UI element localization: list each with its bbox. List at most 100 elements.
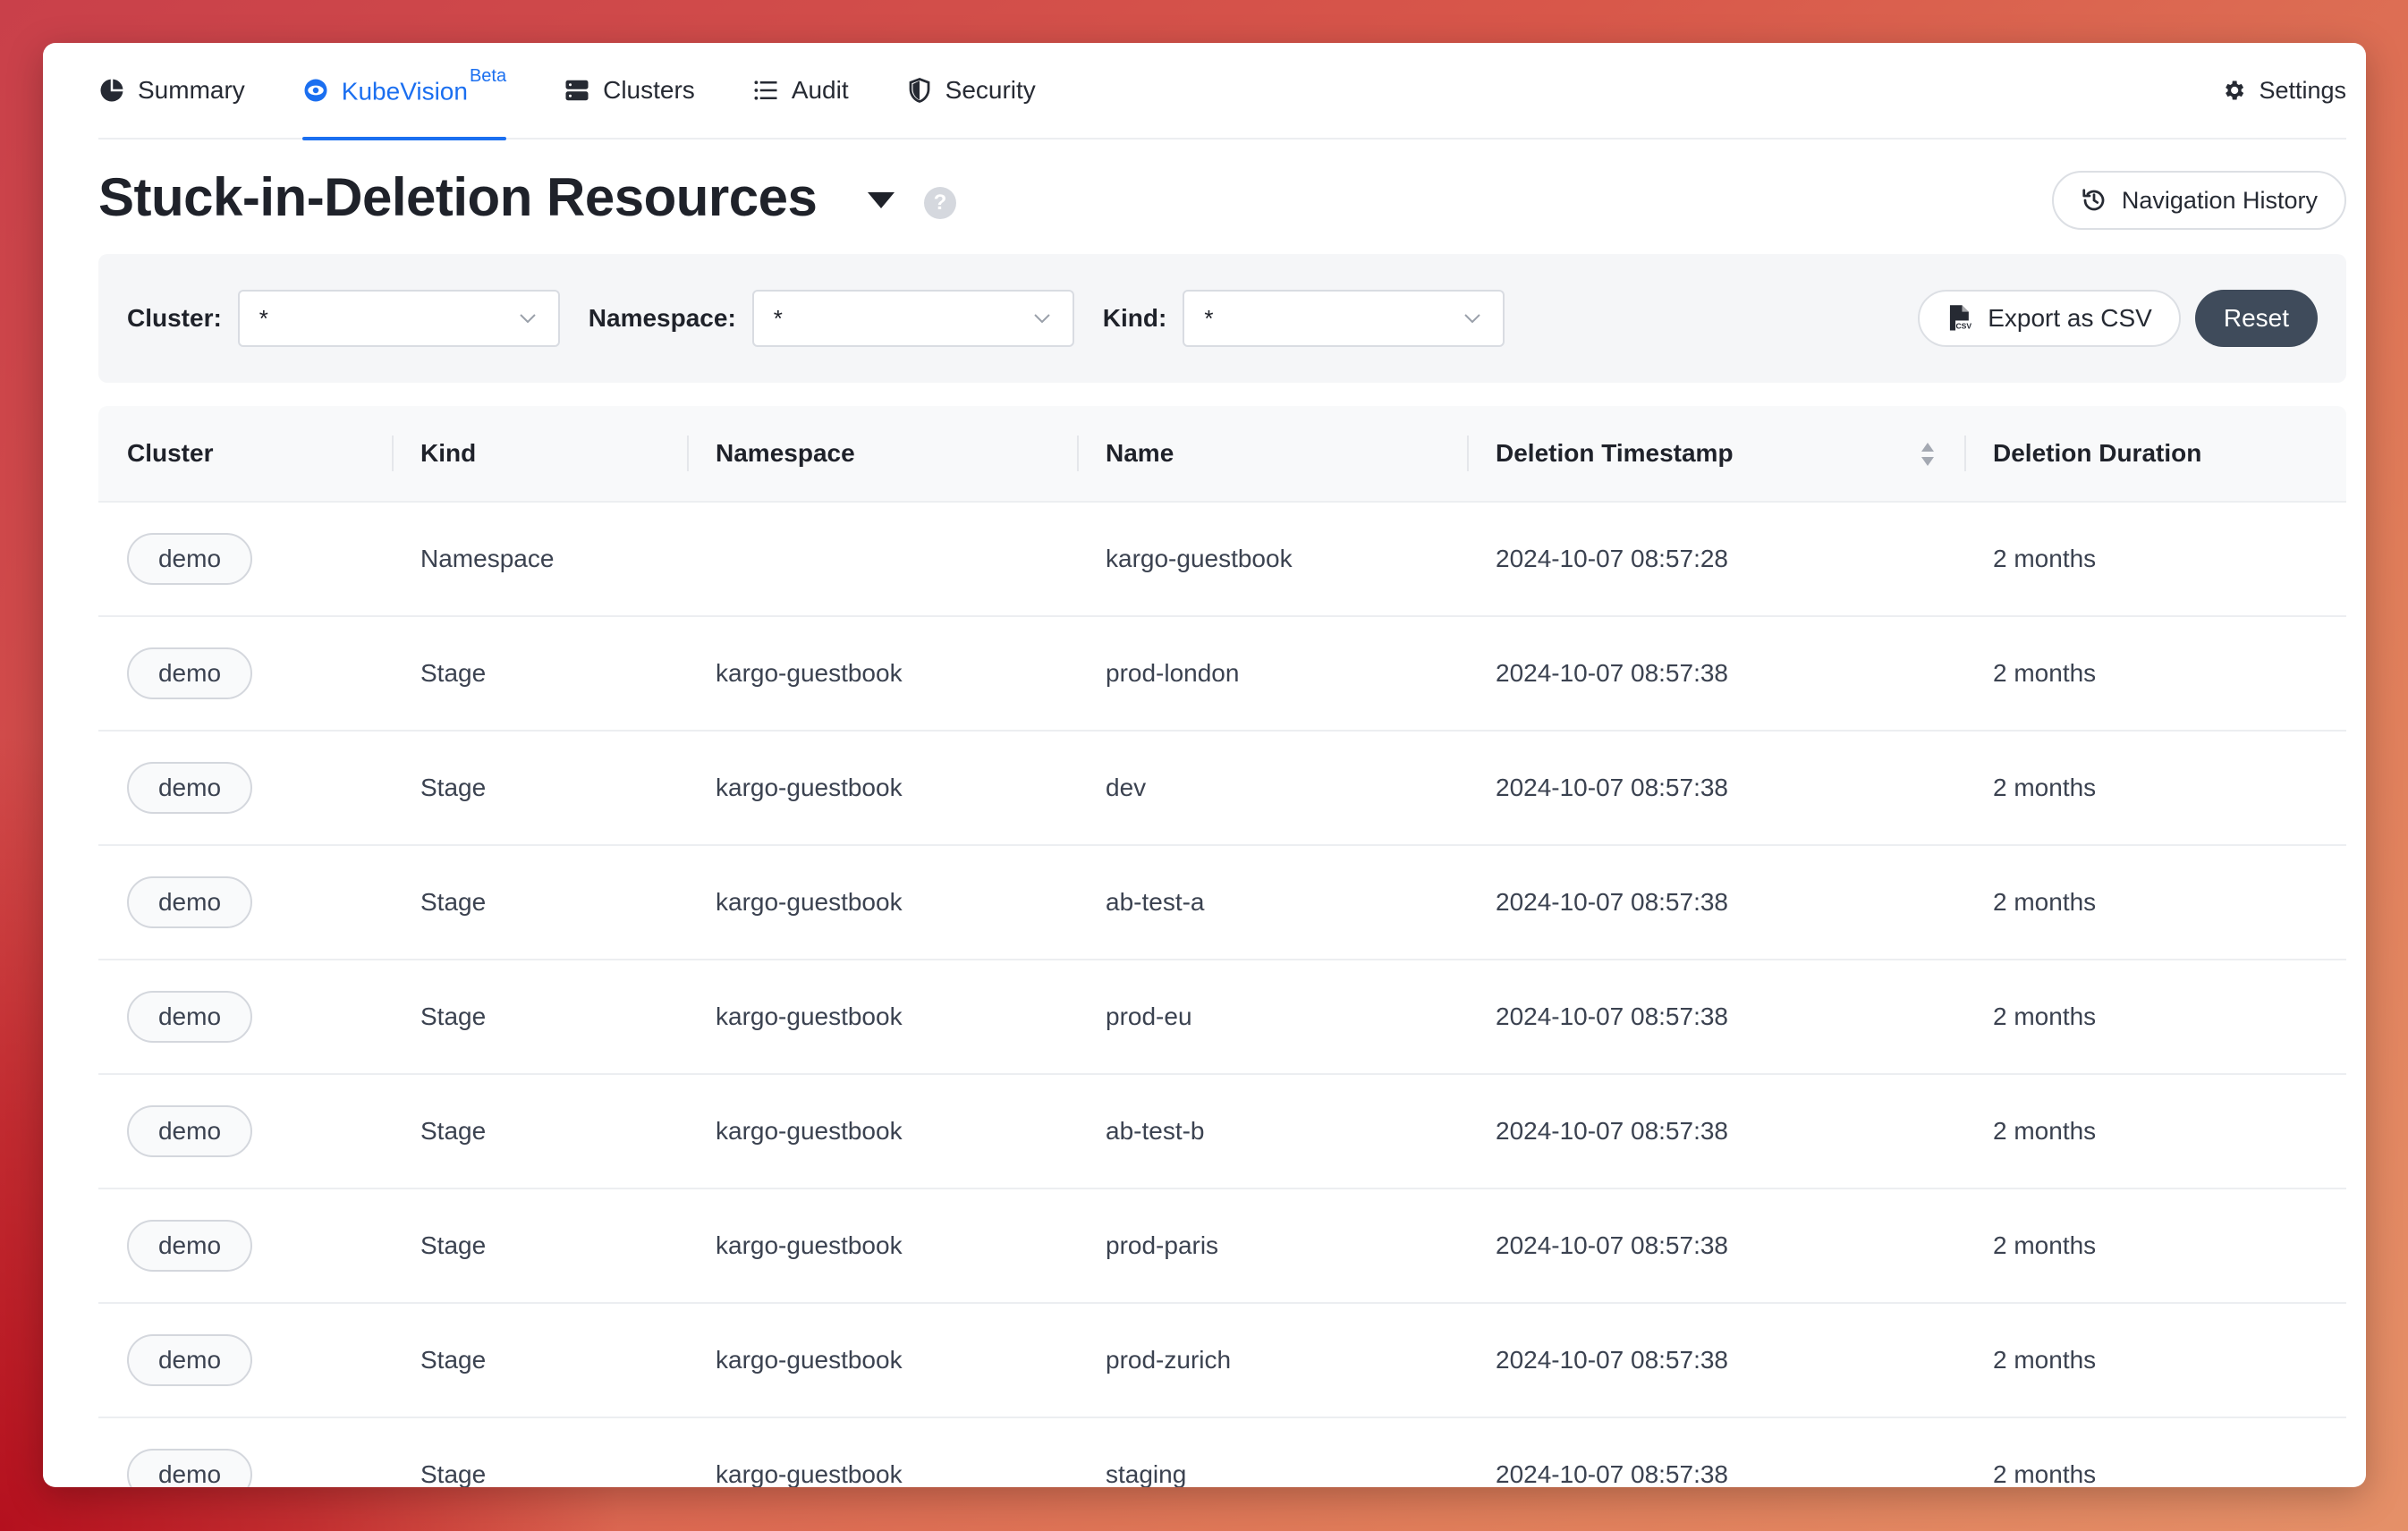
table-row[interactable]: demo Stage kargo-guestbook prod-eu 2024-10-0… [98,960,2346,1075]
pie-chart-icon [100,79,123,102]
table-header: Cluster Kind Namespace Name Deletion Tim… [98,406,2346,503]
namespace-cell: kargo-guestbook [716,1460,903,1487]
table-row[interactable]: demo Namespace kargo-guestbook 2024-10-07 0… [98,503,2346,617]
name-cell: prod-london [1106,659,1240,687]
name-cell: prod-zurich [1106,1346,1232,1374]
name-cell: ab-test-b [1106,1117,1205,1145]
tab-kubevision[interactable]: KubeVisionBeta [301,43,507,140]
namespace-cell: kargo-guestbook [716,774,903,801]
column-header-namespace[interactable]: Namespace [687,405,1077,502]
settings-button[interactable]: Settings [2221,77,2346,105]
table-row[interactable]: demo Stage kargo-guestbook dev 2024-10-07 08… [98,732,2346,846]
table-cell: ab-test-a [1077,888,1467,917]
cluster-chip[interactable]: demo [127,1105,252,1157]
table-row[interactable]: demo Stage kargo-guestbook prod-london 2024-… [98,617,2346,732]
table-cell: 2 months [1964,1002,2346,1031]
deletion-duration-cell: 2 months [1993,1002,2097,1030]
name-cell: kargo-guestbook [1106,545,1293,572]
cluster-chip[interactable]: demo [127,1220,252,1272]
tab-summary[interactable]: Summary [98,43,245,139]
table-cell: prod-paris [1077,1231,1467,1260]
help-icon[interactable]: ? [924,187,956,219]
caret-down-icon[interactable] [866,190,896,210]
column-header-cluster[interactable]: Cluster [98,405,392,502]
top-nav: Summary KubeVisionBeta Clusters Audit Se… [98,43,2346,140]
table-cell: Stage [392,1460,687,1487]
cluster-chip[interactable]: demo [127,876,252,928]
kind-select[interactable]: * [1183,290,1505,347]
namespace-filter-label: Namespace: [588,304,736,332]
table-row[interactable]: demo Stage kargo-guestbook ab-test-a 2024-10… [98,846,2346,960]
table-cell: 2024-10-07 08:57:38 [1467,774,1964,802]
deletion-duration-cell: 2 months [1993,545,2097,572]
table-cell: demo [98,876,392,928]
deletion-duration-cell: 2 months [1993,774,2097,801]
column-header-deletion-timestamp[interactable]: Deletion Timestamp [1467,405,1964,502]
table-cell: kargo-guestbook [687,774,1077,802]
table-cell: staging [1077,1460,1467,1487]
sort-icon[interactable] [1920,441,1936,468]
cluster-chip[interactable]: demo [127,991,252,1043]
table-cell: 2024-10-07 08:57:38 [1467,1346,1964,1375]
table-cell: 2 months [1964,774,2346,802]
kind-filter-label: Kind: [1102,304,1167,332]
cluster-chip[interactable]: demo [127,762,252,814]
cluster-chip[interactable]: demo [127,647,252,699]
deletion-duration-cell: 2 months [1993,1460,2097,1487]
table-cell: demo [98,991,392,1043]
export-csv-label: Export as CSV [1988,304,2152,332]
table-cell: 2024-10-07 08:57:38 [1467,1231,1964,1260]
table-cell: prod-zurich [1077,1346,1467,1375]
deletion-duration-cell: 2 months [1993,1231,2097,1259]
chevron-down-icon [1464,314,1481,324]
table-row[interactable]: demo Stage kargo-guestbook prod-zurich 2024-… [98,1304,2346,1418]
svg-text:CSV: CSV [1956,322,1972,331]
namespace-select[interactable]: * [751,290,1074,347]
tab-security[interactable]: Security [906,43,1036,139]
tab-audit[interactable]: Audit [752,43,849,139]
column-header-label: Deletion Timestamp [1496,439,1734,467]
table-cell: 2024-10-07 08:57:38 [1467,1460,1964,1487]
table-cell: kargo-guestbook [687,1460,1077,1487]
table-row[interactable]: demo Stage kargo-guestbook prod-paris 2024-1… [98,1189,2346,1304]
namespace-select-value: * [773,304,783,332]
tab-label: Audit [791,76,849,104]
export-csv-button[interactable]: CSV Export as CSV [1918,290,2181,347]
reset-button[interactable]: Reset [2194,290,2318,347]
deletion-timestamp-cell: 2024-10-07 08:57:38 [1496,774,1728,801]
namespace-cell: kargo-guestbook [716,1346,903,1374]
table-cell: demo [98,533,392,585]
cluster-chip[interactable]: demo [127,533,252,585]
table-cell: kargo-guestbook [687,659,1077,688]
table-cell: 2 months [1964,1231,2346,1260]
namespace-cell: kargo-guestbook [716,1231,903,1259]
navigation-history-button[interactable]: Navigation History [2051,171,2346,230]
cluster-chip[interactable]: demo [127,1334,252,1386]
tab-clusters[interactable]: Clusters [564,43,695,139]
table-cell: 2 months [1964,545,2346,573]
table-row[interactable]: demo Stage kargo-guestbook staging 2024-10-0… [98,1418,2346,1487]
cluster-chip[interactable]: demo [127,1449,252,1487]
column-header-name[interactable]: Name [1077,405,1467,502]
deletion-duration-cell: 2 months [1993,1346,2097,1374]
gear-icon [2226,80,2244,100]
tab-label: KubeVision [341,77,468,106]
table-cell: 2 months [1964,888,2346,917]
table-cell: prod-eu [1077,1002,1467,1031]
deletion-duration-cell: 2 months [1993,888,2097,916]
column-header-deletion-duration[interactable]: Deletion Duration [1964,405,2346,502]
cluster-select[interactable]: * [237,290,560,347]
kind-cell: Stage [420,888,487,916]
column-header-kind[interactable]: Kind [392,405,687,502]
deletion-timestamp-cell: 2024-10-07 08:57:38 [1496,1231,1728,1259]
tab-label: Summary [138,76,245,104]
deletion-duration-cell: 2 months [1993,659,2097,687]
table-body: demo Namespace kargo-guestbook 2024-10-07 0… [98,503,2346,1487]
deletion-timestamp-cell: 2024-10-07 08:57:38 [1496,1460,1728,1487]
table-cell: Stage [392,1346,687,1375]
cluster-select-value: * [259,304,268,332]
table-row[interactable]: demo Stage kargo-guestbook ab-test-b 2024-10… [98,1075,2346,1189]
table-cell: 2 months [1964,659,2346,688]
kind-select-value: * [1204,304,1214,332]
name-cell: ab-test-a [1106,888,1205,916]
